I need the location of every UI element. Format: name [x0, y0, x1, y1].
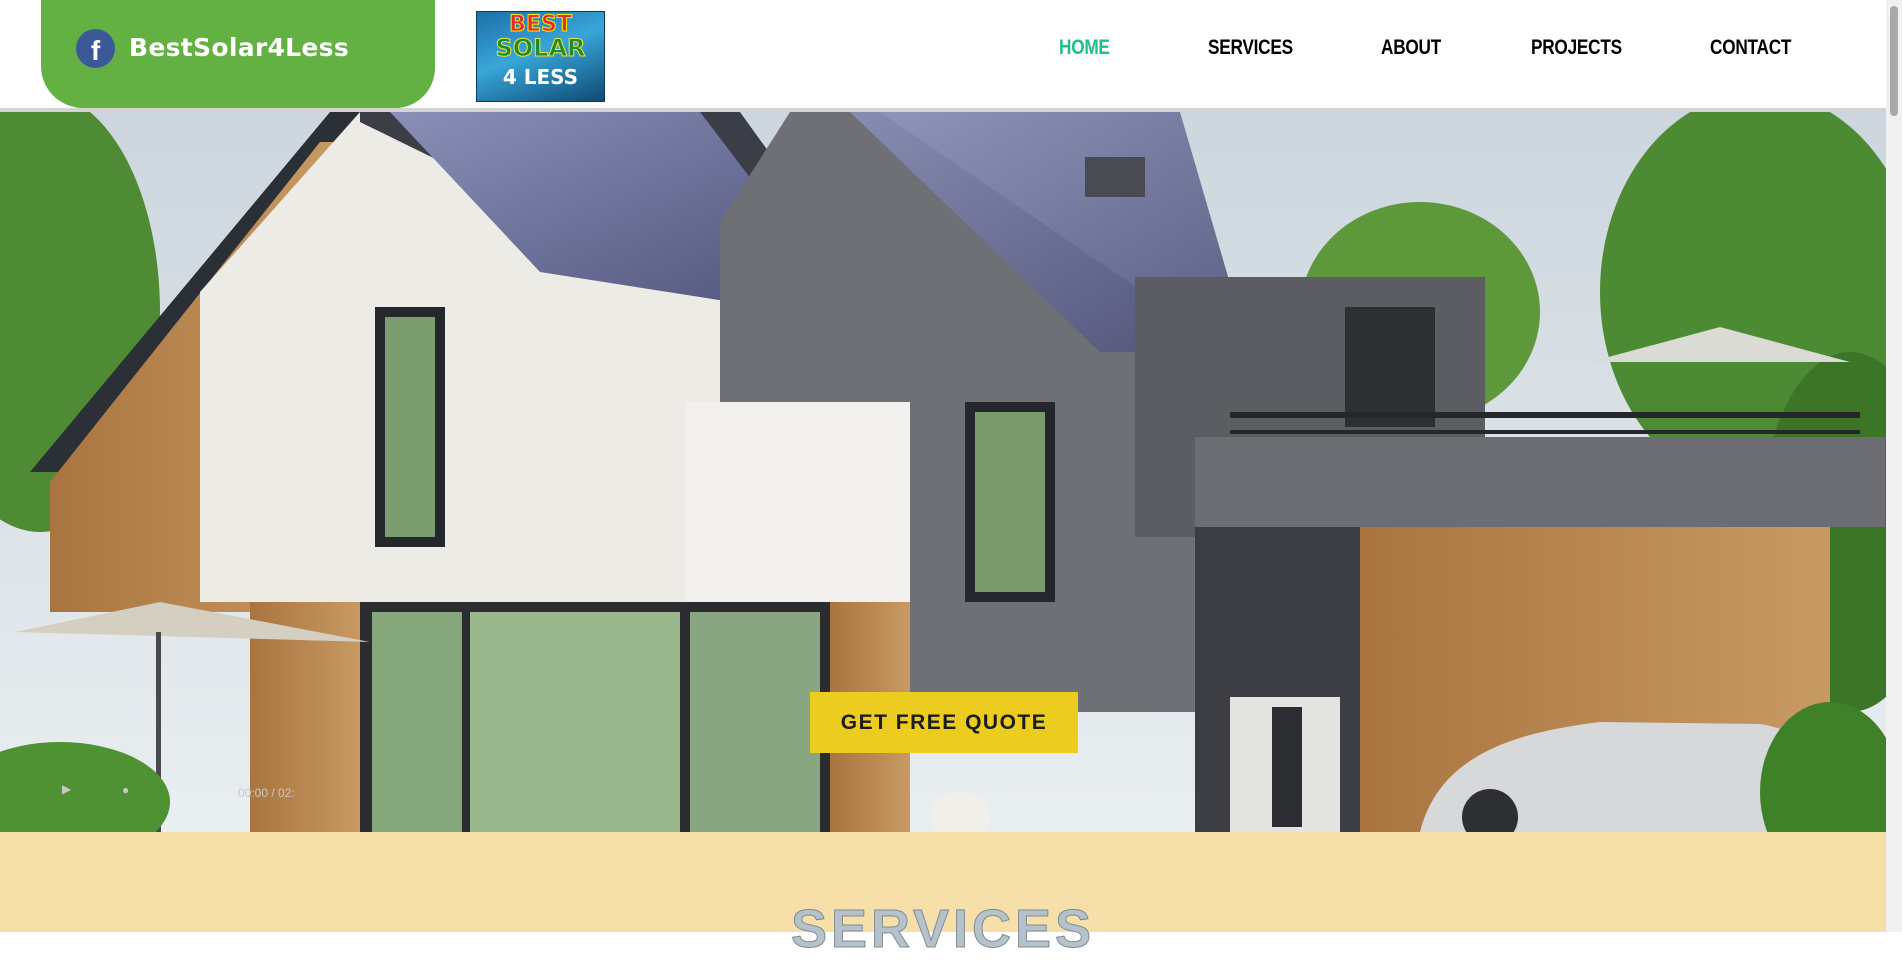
scrollbar-thumb[interactable] — [1890, 6, 1898, 116]
site-logo[interactable]: BEST SOLAR 4 LESS — [476, 11, 605, 102]
nav-contact[interactable]: CONTACT — [1710, 36, 1791, 60]
nav-about[interactable]: ABOUT — [1381, 36, 1441, 60]
video-play-icon[interactable]: ▶ — [62, 782, 71, 796]
get-free-quote-button[interactable]: GET FREE QUOTE — [810, 692, 1078, 753]
brand-name[interactable]: BestSolar4Less — [129, 33, 349, 62]
video-time: 00:00 / 02: — [238, 786, 295, 800]
services-section: SERVICES — [0, 832, 1886, 960]
facebook-icon[interactable]: f — [76, 29, 115, 68]
nav-services[interactable]: SERVICES — [1208, 36, 1293, 60]
nav-home[interactable]: HOME — [1059, 36, 1110, 60]
nav-projects[interactable]: PROJECTS — [1531, 36, 1622, 60]
page-scrollbar[interactable] — [1886, 0, 1902, 932]
site-header: f BestSolar4Less BEST SOLAR 4 LESS HOME … — [0, 0, 1886, 112]
video-progress-dot[interactable]: ● — [122, 783, 129, 797]
services-heading: SERVICES — [790, 899, 1096, 960]
